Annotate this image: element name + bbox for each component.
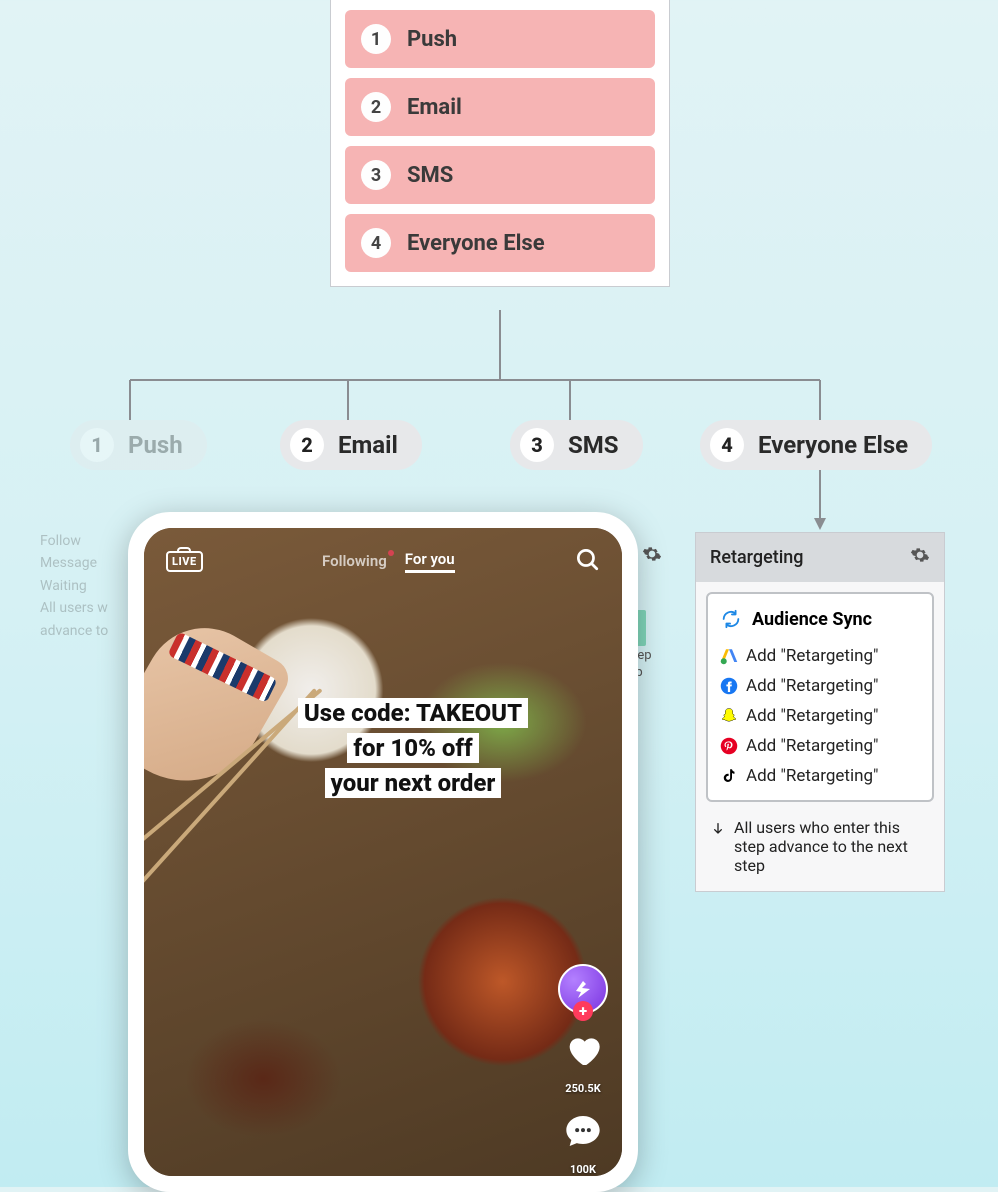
retargeting-title: Retargeting (710, 547, 804, 568)
channel-row-everyone[interactable]: 4 Everyone Else (345, 214, 655, 272)
audience-sync-row: Audience Sync (720, 608, 920, 630)
provider-google[interactable]: Add "Retargeting" (720, 646, 920, 666)
audience-sync-label: Audience Sync (752, 609, 872, 630)
pill-label: SMS (568, 431, 619, 459)
provider-label: Add "Retargeting" (746, 736, 878, 756)
tiktok-icon (720, 767, 738, 785)
channel-num: 1 (361, 24, 391, 54)
channel-num: 3 (361, 160, 391, 190)
channel-row-sms[interactable]: 3 SMS (345, 146, 655, 204)
sync-icon (720, 608, 742, 630)
pill-label: Email (338, 431, 398, 459)
tiktok-top-bar: LIVE Following For you (144, 546, 622, 576)
phone-mock: LIVE Following For you Use code: TAKEOUT… (128, 512, 638, 1192)
pill-num: 3 (520, 428, 554, 462)
follow-plus-icon[interactable]: + (573, 1001, 593, 1021)
promo-overlay: Use code: TAKEOUT for 10% off your next … (264, 696, 562, 800)
facebook-icon (720, 677, 738, 695)
channel-row-push[interactable]: 1 Push (345, 10, 655, 68)
channel-label: Email (407, 95, 462, 120)
branch-pill-sms[interactable]: 3 SMS (510, 420, 643, 470)
channel-label: SMS (407, 163, 453, 188)
retargeting-header: Retargeting (696, 533, 944, 582)
channel-row-email[interactable]: 2 Email (345, 78, 655, 136)
retargeting-footer: All users who enter this step advance to… (696, 812, 944, 891)
retargeting-footer-text: All users who enter this step advance to… (734, 818, 930, 875)
retargeting-card: Retargeting Audience Sync Add "Retargeti… (695, 532, 945, 892)
branch-pill-push[interactable]: 1 Push (70, 420, 207, 470)
provider-label: Add "Retargeting" (746, 646, 878, 666)
retargeting-body: Audience Sync Add "Retargeting" Add "Ret… (706, 592, 934, 802)
provider-tiktok[interactable]: Add "Retargeting" (720, 766, 920, 786)
arrow-down-icon (710, 821, 726, 841)
tab-for-you[interactable]: For you (405, 550, 455, 573)
gear-icon[interactable] (642, 544, 662, 564)
comment-button[interactable] (563, 1111, 603, 1155)
like-button[interactable] (563, 1030, 603, 1074)
gear-icon[interactable] (910, 545, 930, 570)
channel-num: 2 (361, 92, 391, 122)
branch-pill-everyone[interactable]: 4 Everyone Else (700, 420, 932, 470)
search-icon[interactable] (574, 546, 600, 576)
food-photo (144, 528, 622, 1176)
tiktok-screen: LIVE Following For you Use code: TAKEOUT… (144, 528, 622, 1176)
tiktok-side-actions: + 250.5K 100K (558, 964, 608, 1176)
pill-num: 1 (80, 428, 114, 462)
promo-line: for 10% off (347, 733, 478, 763)
provider-snapchat[interactable]: Add "Retargeting" (720, 706, 920, 726)
snapchat-icon (720, 707, 738, 725)
google-ads-icon (720, 647, 738, 665)
branch-pill-email[interactable]: 2 Email (280, 420, 422, 470)
tab-following[interactable]: Following (322, 552, 387, 570)
pill-num: 4 (710, 428, 744, 462)
comment-count: 100K (570, 1163, 596, 1176)
provider-label: Add "Retargeting" (746, 766, 878, 786)
live-icon[interactable]: LIVE (166, 551, 203, 572)
promo-line: Use code: TAKEOUT (298, 698, 528, 728)
provider-facebook[interactable]: Add "Retargeting" (720, 676, 920, 696)
pill-label: Everyone Else (758, 431, 908, 459)
tiktok-tabs: Following For you (322, 550, 455, 573)
channels-card: 1 Push 2 Email 3 SMS 4 Everyone Else (330, 0, 670, 287)
channel-num: 4 (361, 228, 391, 258)
creator-avatar[interactable]: + (558, 964, 608, 1014)
provider-pinterest[interactable]: Add "Retargeting" (720, 736, 920, 756)
promo-line: your next order (325, 768, 502, 798)
like-count: 250.5K (565, 1082, 600, 1095)
channel-label: Push (407, 27, 457, 52)
pill-num: 2 (290, 428, 324, 462)
provider-label: Add "Retargeting" (746, 676, 878, 696)
provider-label: Add "Retargeting" (746, 706, 878, 726)
channel-label: Everyone Else (407, 231, 545, 256)
pill-label: Push (128, 431, 183, 459)
pinterest-icon (720, 737, 738, 755)
